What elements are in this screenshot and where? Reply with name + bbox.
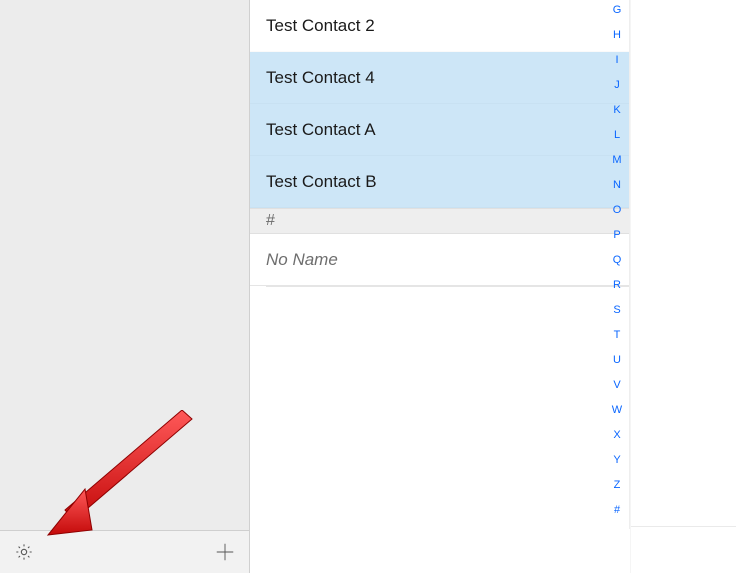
index-letter[interactable]: # <box>614 504 620 517</box>
plus-icon <box>214 541 236 563</box>
index-letter[interactable]: H <box>613 29 621 42</box>
contact-name: Test Contact 2 <box>266 16 375 36</box>
section-header-hash: # <box>250 208 629 234</box>
index-letter[interactable]: W <box>612 404 622 417</box>
index-letter[interactable]: V <box>613 379 620 392</box>
index-letter[interactable]: I <box>615 54 618 67</box>
contacts-list[interactable]: Test Contact 2 Test Contact 4 Test Conta… <box>250 0 630 529</box>
section-header-label: # <box>266 212 275 230</box>
index-letter[interactable]: O <box>613 204 622 217</box>
index-letter[interactable]: T <box>614 329 621 342</box>
alphabet-index[interactable]: G H I J K L M N O P Q R S T U V W X Y Z <box>607 4 627 517</box>
contact-name: Test Contact 4 <box>266 68 375 88</box>
sidebar-toolbar <box>0 530 249 573</box>
detail-pane <box>630 0 736 573</box>
index-letter[interactable]: Q <box>613 254 622 267</box>
index-letter[interactable]: J <box>614 79 620 92</box>
index-letter[interactable]: X <box>613 429 620 442</box>
contacts-pane: Test Contact 2 Test Contact 4 Test Conta… <box>250 0 630 573</box>
app-root: Test Contact 2 Test Contact 4 Test Conta… <box>0 0 736 573</box>
contact-row[interactable]: Test Contact 2 <box>250 0 629 52</box>
index-letter[interactable]: S <box>613 304 620 317</box>
contact-row-noname[interactable]: No Name <box>250 234 629 286</box>
index-letter[interactable]: U <box>613 354 621 367</box>
index-letter[interactable]: N <box>613 179 621 192</box>
index-letter[interactable]: R <box>613 279 621 292</box>
index-letter[interactable]: K <box>613 104 620 117</box>
contact-name: No Name <box>266 250 338 270</box>
index-letter[interactable]: G <box>613 4 622 17</box>
index-letter[interactable]: P <box>613 229 620 242</box>
detail-body <box>631 0 736 526</box>
groups-list <box>0 0 249 530</box>
index-letter[interactable]: Y <box>613 454 620 467</box>
index-letter[interactable]: Z <box>614 479 621 492</box>
groups-sidebar <box>0 0 250 573</box>
contact-row[interactable]: Test Contact 4 <box>250 52 629 104</box>
contact-row[interactable]: Test Contact B <box>250 156 629 208</box>
detail-footer <box>631 526 736 573</box>
gear-icon <box>14 542 34 562</box>
add-contact-button[interactable] <box>213 540 237 564</box>
index-letter[interactable]: L <box>614 129 620 142</box>
index-letter[interactable]: M <box>612 154 621 167</box>
settings-button[interactable] <box>12 540 36 564</box>
contact-name: Test Contact A <box>266 120 376 140</box>
contact-name: Test Contact B <box>266 172 377 192</box>
row-separator <box>266 286 629 287</box>
contact-row[interactable]: Test Contact A <box>250 104 629 156</box>
